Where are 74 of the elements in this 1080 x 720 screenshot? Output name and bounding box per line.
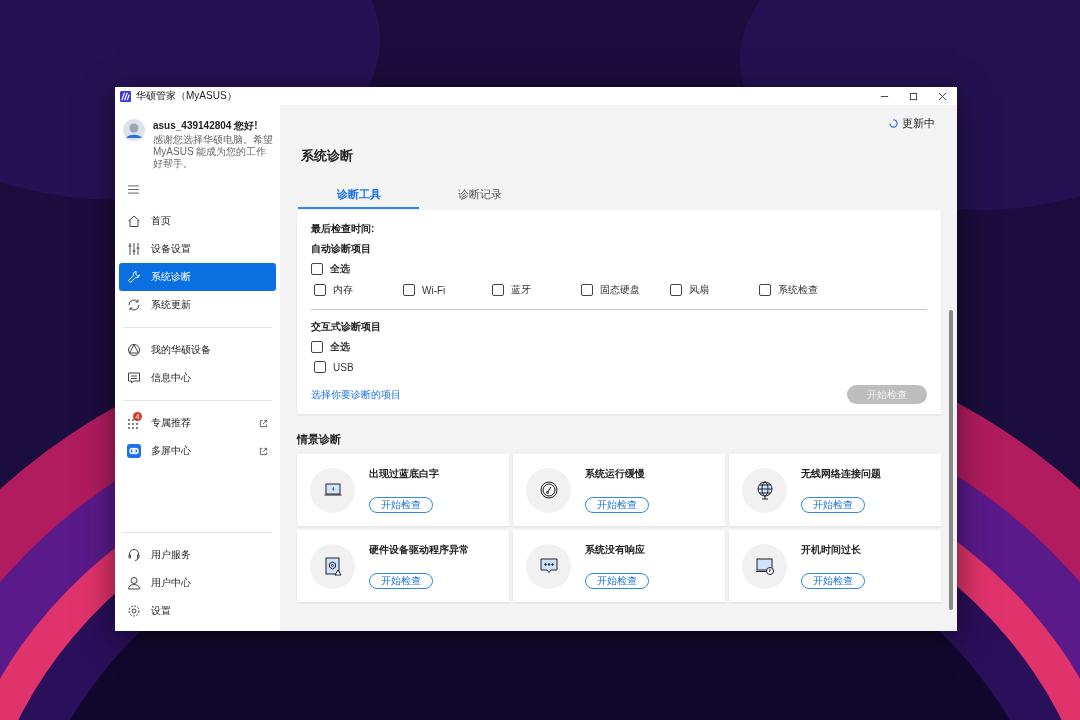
checkbox[interactable] bbox=[581, 284, 593, 296]
checkbox-label: 全选 bbox=[330, 340, 350, 354]
scenario-title: 开机时间过长 bbox=[801, 543, 861, 557]
checkbox-label: 全选 bbox=[330, 262, 350, 276]
menu-icon[interactable] bbox=[128, 185, 139, 194]
grid-icon bbox=[127, 416, 141, 430]
headset-icon bbox=[127, 548, 141, 562]
scenario-title: 出现过蓝底白字 bbox=[369, 467, 439, 481]
avatar-icon[interactable] bbox=[123, 119, 145, 141]
checkbox[interactable] bbox=[314, 284, 326, 296]
refresh-icon bbox=[127, 298, 141, 312]
laptop-clock-icon bbox=[754, 556, 775, 576]
checkbox[interactable] bbox=[759, 284, 771, 296]
scenario-title: 硬件设备驱动程序异常 bbox=[369, 543, 469, 557]
nav-item[interactable]: 信息中心 bbox=[119, 364, 276, 392]
nav-item[interactable]: 首页 bbox=[119, 207, 276, 235]
checkbox-label: 风扇 bbox=[689, 283, 709, 297]
section-heading: 自动诊断项目 bbox=[311, 242, 371, 256]
chip-warning-icon bbox=[322, 556, 343, 576]
sliders-icon bbox=[127, 242, 141, 256]
nav-item[interactable]: 系统诊断 bbox=[119, 263, 276, 291]
start-check-button[interactable]: 开始检查 bbox=[369, 573, 433, 589]
checkbox-label: USB bbox=[333, 361, 354, 373]
settings-icon bbox=[127, 604, 141, 618]
nav-item[interactable]: 设备设置 bbox=[119, 235, 276, 263]
chat-icon bbox=[538, 556, 559, 576]
link-icon bbox=[127, 444, 141, 458]
nav-item[interactable]: 用户服务 bbox=[119, 541, 276, 569]
checkbox-label: 系统检查 bbox=[778, 283, 818, 297]
checkbox[interactable] bbox=[670, 284, 682, 296]
scenario-title: 系统运行缓慢 bbox=[585, 467, 645, 481]
window-title: 华硕管家（MyASUS） bbox=[136, 89, 237, 103]
home-icon bbox=[127, 214, 141, 228]
gauge-icon bbox=[538, 480, 559, 500]
checkbox-label: 固态硬盘 bbox=[600, 283, 640, 297]
start-check-button[interactable]: 开始检查 bbox=[801, 573, 865, 589]
message-icon bbox=[127, 371, 141, 385]
triangle-icon bbox=[127, 343, 141, 357]
checkbox[interactable] bbox=[311, 263, 323, 275]
nav-item[interactable]: 系统更新 bbox=[119, 291, 276, 319]
checkbox[interactable] bbox=[314, 361, 326, 373]
welcome-message: 感谢您选择华硕电脑。希望 MyASUS 能成为您的工作好帮手。 bbox=[153, 134, 274, 170]
checkbox-label: 蓝牙 bbox=[511, 283, 531, 297]
nav-item[interactable]: 设置 bbox=[119, 597, 276, 625]
section-title: 情景诊断 bbox=[297, 432, 342, 447]
checkbox[interactable] bbox=[492, 284, 504, 296]
checkbox-label: 内存 bbox=[333, 283, 353, 297]
close-icon[interactable] bbox=[938, 91, 947, 101]
checkbox-label: Wi-Fi bbox=[422, 284, 446, 296]
page-title: 系统诊断 bbox=[301, 147, 354, 165]
user-icon bbox=[127, 576, 141, 590]
start-check-button[interactable]: 开始检查 bbox=[801, 497, 865, 513]
maximize-icon[interactable] bbox=[909, 91, 918, 101]
checkbox[interactable] bbox=[403, 284, 415, 296]
scenario-title: 系统没有响应 bbox=[585, 543, 645, 557]
checkbox[interactable] bbox=[311, 341, 323, 353]
nav-item[interactable]: 我的华硕设备 bbox=[119, 336, 276, 364]
section-heading: 交互式诊断项目 bbox=[311, 320, 381, 334]
start-check-button[interactable]: 开始检查 bbox=[585, 573, 649, 589]
tab[interactable]: 诊断记录 bbox=[419, 183, 540, 209]
user-greeting: asus_439142804 您好! bbox=[153, 119, 259, 133]
globe-icon bbox=[754, 480, 775, 500]
nav-item[interactable]: 用户中心 bbox=[119, 569, 276, 597]
scrollbar-thumb[interactable] bbox=[949, 310, 953, 610]
app-logo-icon bbox=[120, 90, 131, 102]
start-check-button[interactable]: 开始检查 bbox=[585, 497, 649, 513]
wrench-icon bbox=[127, 270, 141, 284]
start-check-button[interactable]: 开始检查 bbox=[369, 497, 433, 513]
nav-item[interactable]: 多屏中心 bbox=[119, 437, 276, 465]
scenario-title: 无线网络连接问题 bbox=[801, 467, 881, 481]
loading-spinner-icon bbox=[889, 118, 898, 128]
update-status: 更新中 bbox=[902, 115, 935, 131]
last-check-label: 最后检查时间: bbox=[311, 222, 375, 236]
select-items-link[interactable]: 选择你要诊断的项目 bbox=[311, 387, 401, 402]
